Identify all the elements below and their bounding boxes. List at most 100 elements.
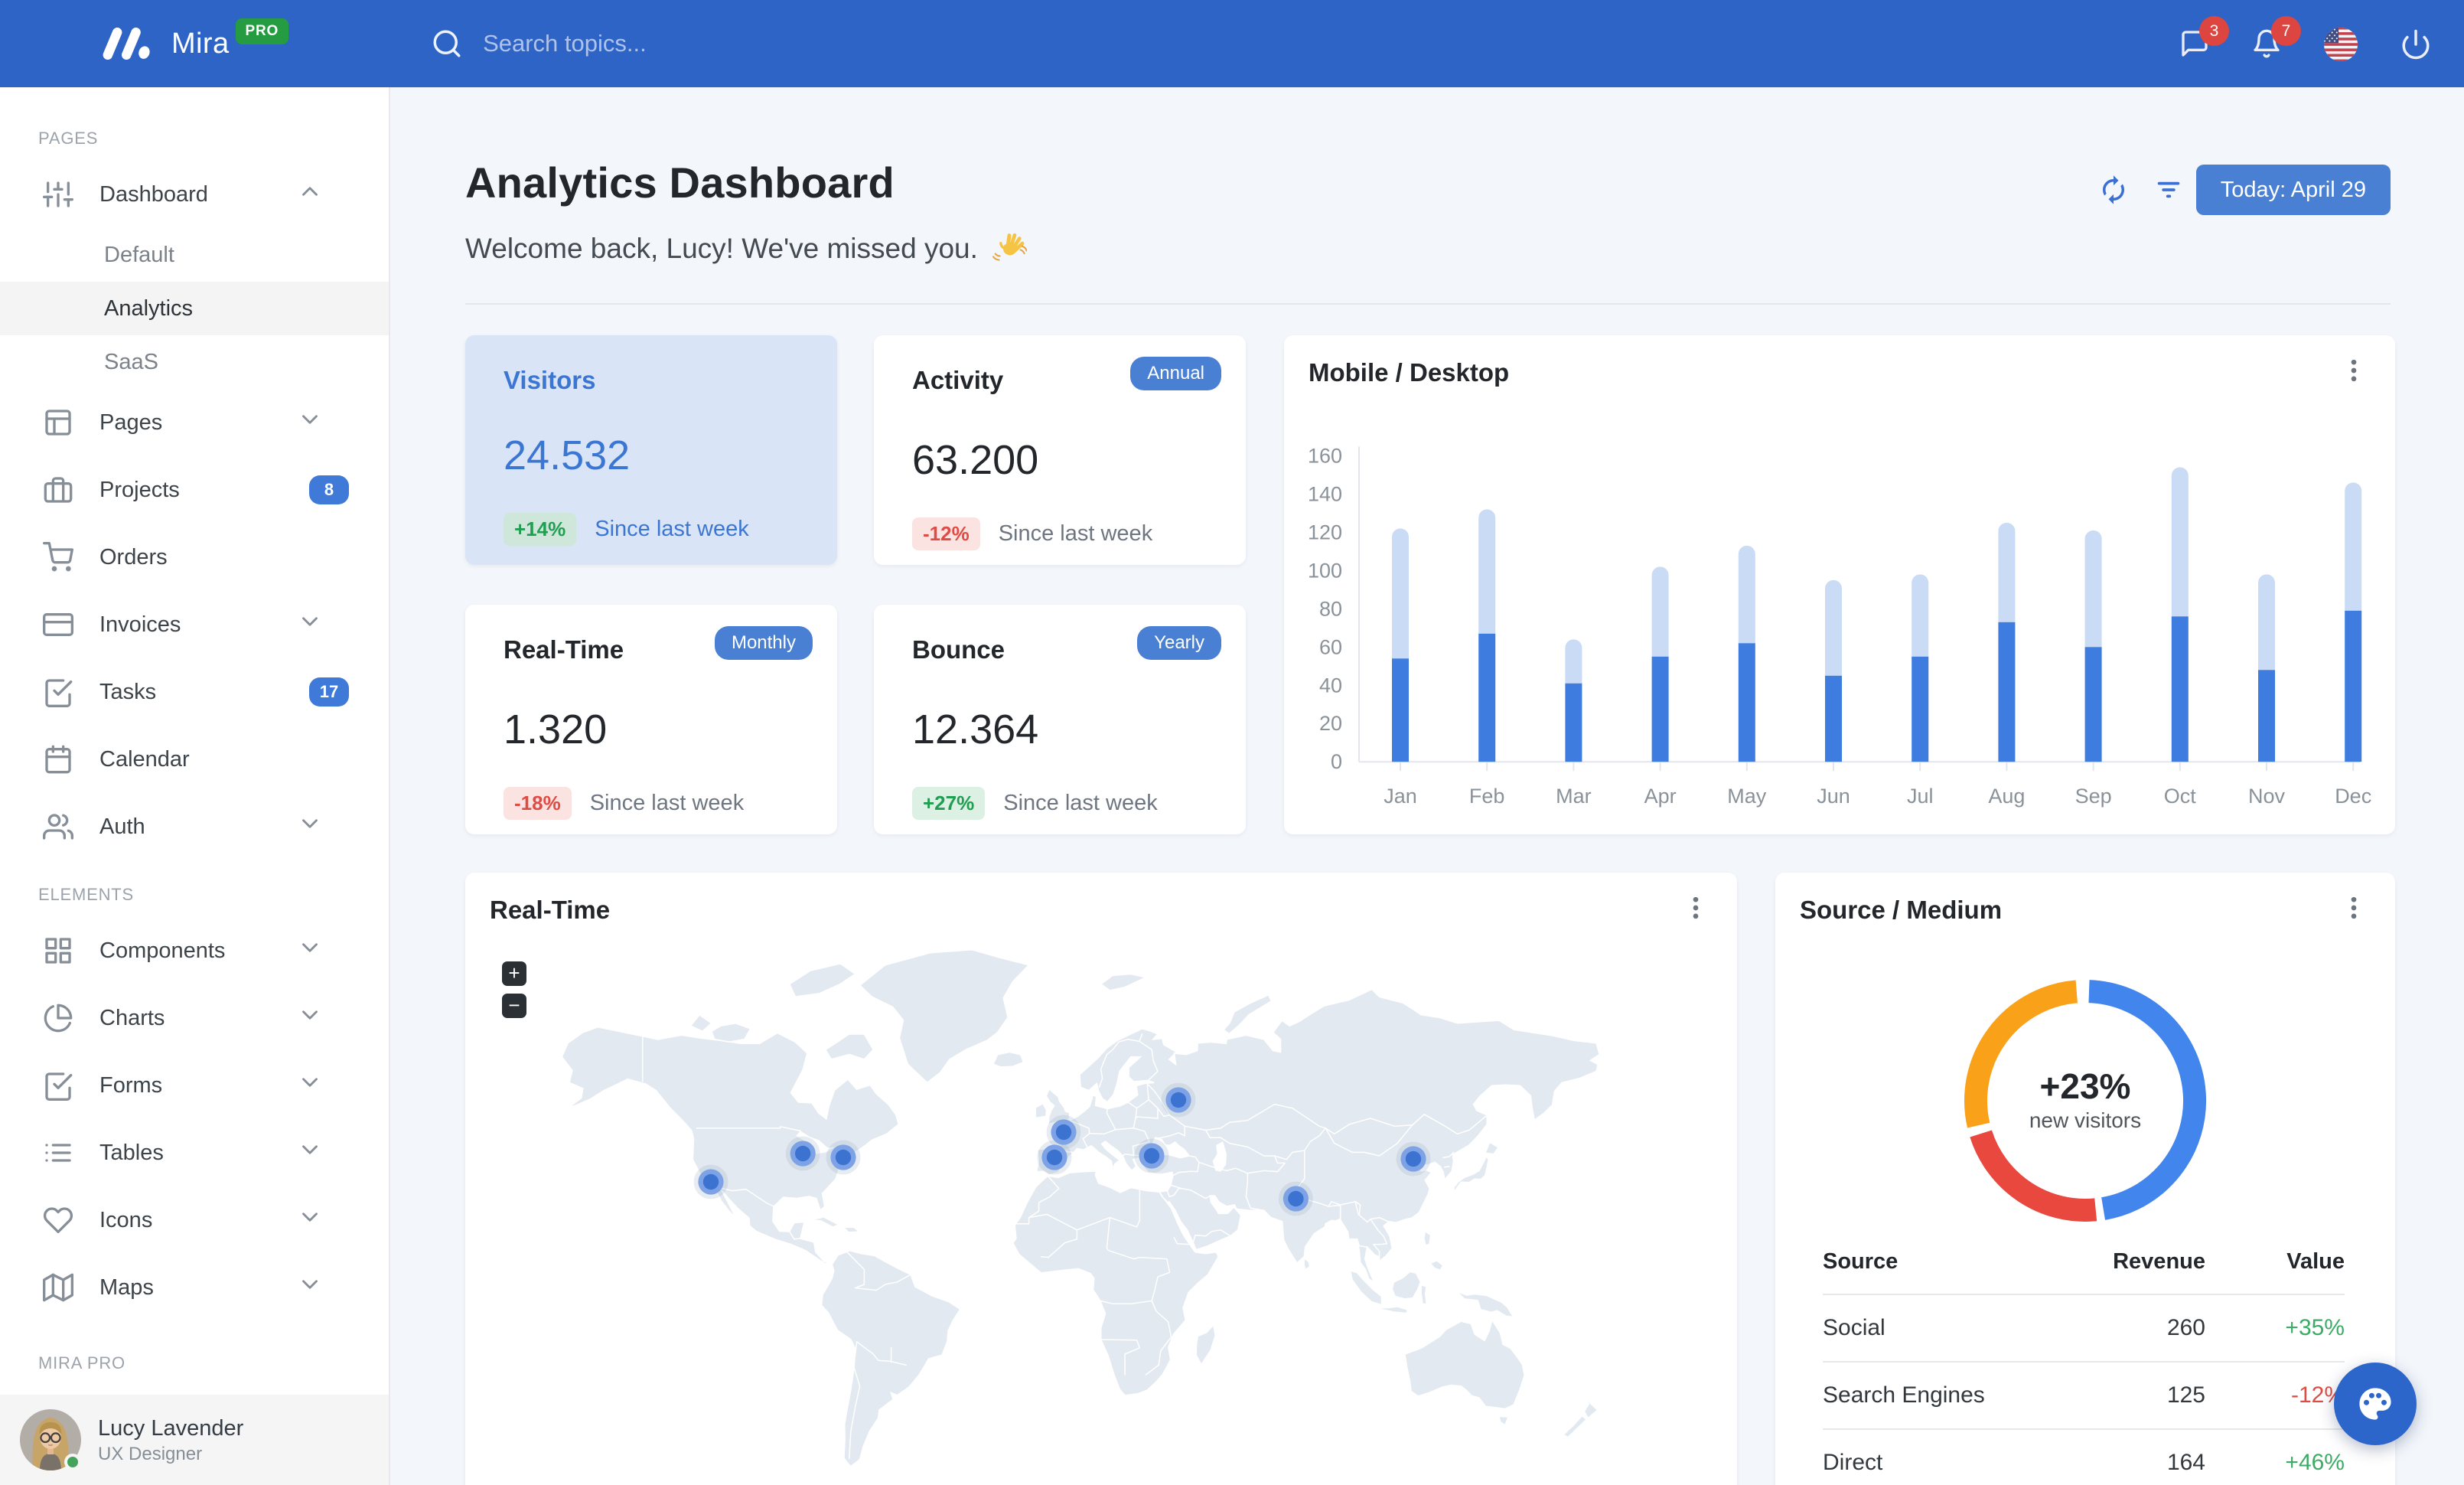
today-button[interactable]: Today: April 29: [2195, 165, 2391, 215]
avatar: [20, 1409, 81, 1470]
stat-title: Real-Time: [504, 635, 624, 664]
map-marker[interactable]: [785, 1136, 820, 1171]
map-marker[interactable]: [693, 1164, 728, 1199]
source-table-row[interactable]: Direct 164 +46%: [1823, 1428, 2345, 1485]
sidebar-user[interactable]: Lucy Lavender UX Designer: [0, 1395, 389, 1485]
sidebar-subitem-default[interactable]: Default: [0, 228, 389, 282]
donut-slice-search-engines[interactable]: [1970, 1130, 2097, 1222]
bar-desktop-aug[interactable]: [1998, 522, 2016, 622]
bar-mobile-dec[interactable]: [2345, 610, 2362, 762]
bar-desktop-may[interactable]: [1738, 545, 1755, 644]
sidebar-subitem-saas[interactable]: SaaS: [0, 335, 389, 389]
chevron-down-icon: [302, 819, 318, 828]
sidebar-item-icons[interactable]: Icons: [0, 1186, 389, 1254]
sidebar-item-label: Forms: [99, 1072, 163, 1098]
bar-mobile-nov[interactable]: [2258, 670, 2275, 762]
brand[interactable]: Mira PRO: [101, 18, 289, 62]
stat-period-tag[interactable]: Monthly: [714, 626, 813, 660]
chevron-down-icon: [302, 415, 318, 424]
sidebar-section-label: ELEMENTS: [38, 885, 134, 904]
sidebar-subitem-analytics[interactable]: Analytics: [0, 282, 389, 335]
bar-desktop-sep[interactable]: [2084, 530, 2102, 648]
bar-mobile-aug[interactable]: [1998, 622, 2016, 762]
stat-title: Visitors: [504, 366, 596, 394]
stat-period-tag[interactable]: Yearly: [1137, 626, 1221, 660]
bar-mobile-oct[interactable]: [2171, 616, 2189, 762]
sidebar-item-charts[interactable]: Charts: [0, 984, 389, 1052]
map-marker[interactable]: [1279, 1181, 1313, 1216]
layout-icon: [45, 410, 71, 436]
world-map[interactable]: [502, 919, 1711, 1485]
source-table-row[interactable]: Search Engines 125 -12%: [1823, 1361, 2345, 1429]
donut-center-label: new visitors: [2029, 1108, 2142, 1132]
revenue-cell: 125: [2022, 1361, 2205, 1429]
sidebar-item-forms[interactable]: Forms: [0, 1052, 389, 1119]
revenue-cell: 164: [2022, 1428, 2205, 1485]
sidebar-item-maps[interactable]: Maps: [0, 1254, 389, 1321]
stat-delta-badge: +14%: [504, 513, 577, 546]
bar-mobile-may[interactable]: [1738, 643, 1755, 762]
sidebar-item-components[interactable]: Components: [0, 917, 389, 984]
sidebar: PAGES Dashboard Default Analytics SaaS Pages P…: [0, 87, 390, 1485]
sidebar-item-orders[interactable]: Orders: [0, 524, 389, 591]
source-medium-card: Source / Medium +23% new visitors Source…: [1775, 873, 2395, 1485]
map-zoom-in-button[interactable]: +: [502, 961, 526, 986]
source-card-menu-button[interactable]: [2339, 893, 2369, 923]
bar-desktop-jun[interactable]: [1825, 579, 1842, 676]
sidebar-item-label: Auth: [99, 814, 145, 839]
map-marker[interactable]: [826, 1140, 861, 1175]
bar-mobile-feb[interactable]: [1478, 633, 1496, 762]
x-axis-tick-label: Apr: [1644, 785, 1677, 808]
map-marker[interactable]: [1161, 1082, 1196, 1118]
bar-desktop-nov[interactable]: [2258, 574, 2275, 671]
bar-desktop-feb[interactable]: [1478, 509, 1496, 634]
bar-desktop-mar[interactable]: [1565, 639, 1582, 684]
us-flag-icon: [2323, 27, 2358, 62]
bar-desktop-dec[interactable]: [2345, 482, 2362, 611]
bar-mobile-mar[interactable]: [1565, 683, 1582, 762]
filter-icon: [2157, 181, 2180, 198]
theme-settings-fab[interactable]: [2334, 1363, 2417, 1445]
bar-mobile-jan[interactable]: [1392, 658, 1409, 762]
bar-desktop-apr[interactable]: [1651, 566, 1669, 657]
source-cell: Direct: [1823, 1428, 2022, 1485]
language-button[interactable]: [2323, 27, 2358, 62]
sidebar-item-projects[interactable]: Projects 8: [0, 456, 389, 524]
mobile-desktop-bar-chart: 0 20 40 60 80 100 120 140 160 Jan Feb Mar Apr May Jun J…: [1308, 444, 2371, 808]
map-marker[interactable]: [1134, 1138, 1169, 1173]
x-axis-tick-label: Dec: [2335, 785, 2371, 808]
heart-icon: [43, 1207, 73, 1234]
search-input[interactable]: [483, 30, 943, 57]
sidebar-item-tasks[interactable]: Tasks 17: [0, 658, 389, 726]
source-table-row[interactable]: Social 260 +35%: [1823, 1294, 2345, 1362]
refresh-button[interactable]: [2086, 162, 2141, 217]
power-icon: [2402, 29, 2430, 60]
revenue-table-header: Revenue: [2113, 1249, 2205, 1274]
map-marker[interactable]: [1396, 1141, 1431, 1177]
bar-desktop-jan[interactable]: [1392, 528, 1409, 659]
bar-mobile-apr[interactable]: [1651, 656, 1669, 762]
sliders-icon: [43, 181, 73, 207]
sidebar-item-pages[interactable]: Pages: [0, 389, 389, 456]
stat-note: Since last week: [589, 791, 745, 815]
bar-mobile-sep[interactable]: [2084, 647, 2102, 762]
map-marker[interactable]: [1037, 1140, 1072, 1175]
sidebar-item-auth[interactable]: Auth: [0, 793, 389, 860]
bar-mobile-jul[interactable]: [1912, 656, 1929, 762]
bar-mobile-jun[interactable]: [1825, 675, 1842, 762]
stat-period-tag[interactable]: Annual: [1130, 357, 1221, 390]
bar-desktop-jul[interactable]: [1912, 574, 1929, 657]
messages-button[interactable]: 3: [2179, 16, 2229, 59]
logout-button[interactable]: [2400, 28, 2430, 60]
sidebar-item-dashboard[interactable]: Dashboard: [0, 161, 389, 228]
bar-desktop-oct[interactable]: [2171, 467, 2189, 617]
y-axis-tick-label: 160: [1308, 444, 1342, 467]
map-zoom-out-button[interactable]: −: [502, 994, 526, 1018]
sidebar-item-tables[interactable]: Tables: [0, 1119, 389, 1186]
sidebar-item-invoices[interactable]: Invoices: [0, 591, 389, 658]
filter-button[interactable]: [2141, 162, 2196, 217]
notifications-button[interactable]: 7: [2251, 16, 2301, 59]
stat-note: Since last week: [595, 517, 749, 541]
sidebar-item-calendar[interactable]: Calendar: [0, 726, 389, 793]
y-axis-tick-label: 120: [1308, 521, 1342, 543]
